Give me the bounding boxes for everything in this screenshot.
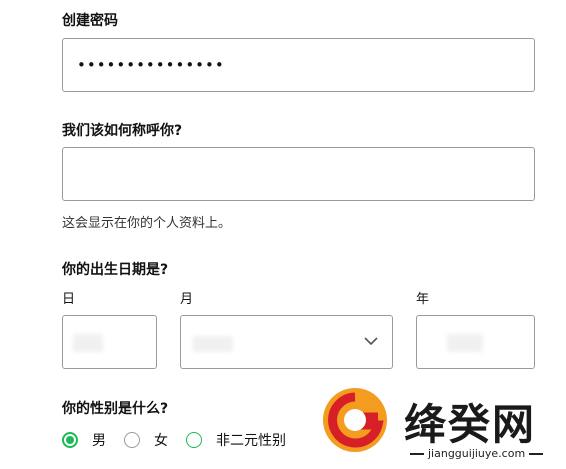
watermark-url: jiangguijiuye.com (406, 447, 547, 460)
display-name-label: 我们该如何称呼你? (62, 123, 183, 139)
gender-options: 男 女 非二元性别 (62, 430, 304, 450)
month-blurred-value (193, 336, 233, 352)
gender-label: 你的性别是什么? (62, 401, 169, 417)
password-label: 创建密码 (62, 13, 118, 29)
password-field[interactable] (62, 38, 535, 92)
dob-year-input[interactable] (416, 315, 535, 369)
watermark-logo-icon (323, 388, 387, 452)
gender-option-female-label: 女 (154, 433, 168, 449)
gender-radio-female[interactable] (124, 432, 140, 448)
password-input[interactable] (63, 39, 534, 91)
day-blurred-value (73, 334, 103, 352)
year-blurred-value (447, 334, 483, 352)
gender-radio-nonbinary[interactable] (186, 432, 202, 448)
display-name-hint: 这会显示在你的个人资料上。 (62, 216, 232, 231)
dob-year-label: 年 (416, 292, 430, 307)
gender-option-nonbinary-label: 非二元性别 (216, 433, 286, 449)
watermark: 绛癸网 jiangguijiuye.com (320, 385, 560, 469)
gender-option-male-label: 男 (92, 433, 106, 449)
dob-day-label: 日 (62, 292, 76, 307)
watermark-brand: 绛癸网 (404, 400, 537, 449)
display-name-input[interactable] (63, 148, 534, 200)
gender-radio-male[interactable] (62, 432, 78, 448)
chevron-down-icon (364, 337, 378, 346)
dob-month-label: 月 (180, 292, 194, 307)
dob-day-input[interactable] (62, 315, 157, 369)
display-name-field[interactable] (62, 147, 535, 201)
dob-month-select[interactable] (180, 315, 393, 369)
dob-label: 你的出生日期是? (62, 262, 169, 278)
